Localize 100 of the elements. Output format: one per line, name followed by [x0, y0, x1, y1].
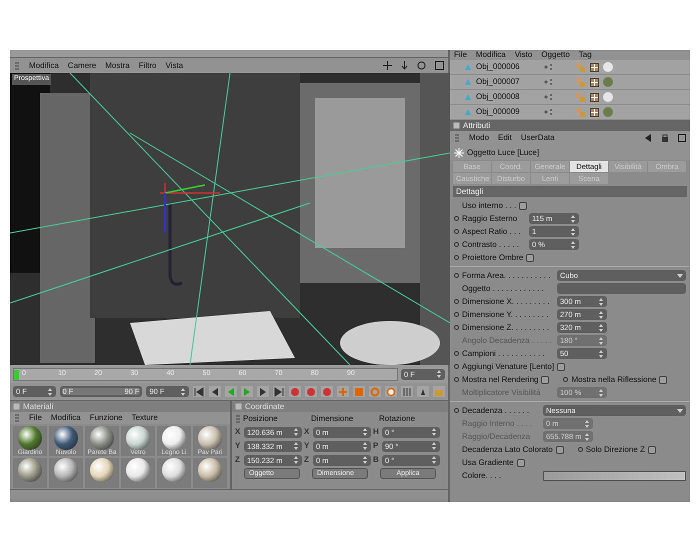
material-swatch[interactable]	[49, 458, 83, 488]
material-swatch[interactable]	[121, 458, 155, 488]
arrow-down-icon[interactable]	[401, 61, 408, 70]
step-forward-button[interactable]	[256, 386, 269, 397]
object-row[interactable]: Obj_000008	[450, 90, 690, 105]
spinner-icon[interactable]	[598, 296, 604, 306]
spinner-icon[interactable]	[570, 226, 576, 236]
spinner-icon[interactable]	[598, 310, 604, 320]
menu-item[interactable]: Edit	[498, 134, 512, 142]
material-tag[interactable]	[603, 62, 613, 72]
menu-item[interactable]: UserData	[520, 134, 555, 142]
animation-dot[interactable]	[454, 242, 459, 247]
checkbox[interactable]	[541, 376, 550, 384]
spinner-icon[interactable]	[570, 214, 576, 224]
spinner-icon[interactable]	[598, 322, 604, 332]
checkbox[interactable]	[557, 362, 566, 370]
animation-dot[interactable]	[454, 364, 459, 369]
visibility-dots-icon[interactable]	[544, 108, 554, 116]
grid-button[interactable]	[400, 386, 413, 397]
animation-dot[interactable]	[454, 351, 459, 356]
move-icon[interactable]	[383, 61, 392, 70]
checkbox[interactable]	[648, 446, 656, 454]
menu-item[interactable]: Filtro	[138, 62, 156, 70]
object-row[interactable]: Obj_000009	[450, 105, 690, 120]
material-tag[interactable]	[603, 92, 613, 102]
spinner-icon[interactable]	[436, 369, 442, 379]
animation-dot[interactable]	[454, 255, 459, 260]
animation-dot[interactable]	[454, 273, 459, 278]
material-swatch[interactable]	[193, 458, 227, 488]
checkbox[interactable]	[659, 376, 668, 384]
gradient-bar[interactable]	[543, 470, 686, 480]
spinner-icon[interactable]	[46, 386, 53, 396]
parameter-button[interactable]	[384, 386, 397, 397]
spinner-icon[interactable]	[362, 455, 368, 465]
rotate-icon[interactable]	[417, 61, 426, 70]
animation-dot[interactable]	[454, 216, 459, 221]
spinner-icon[interactable]	[293, 441, 299, 451]
checkbox[interactable]	[519, 202, 528, 210]
menu-item[interactable]: File	[454, 51, 467, 59]
skip-start-button[interactable]	[192, 386, 205, 397]
checkbox[interactable]	[526, 254, 534, 262]
window-icon[interactable]	[678, 134, 686, 142]
menu-item[interactable]: Tag	[578, 51, 592, 59]
column-header: Rotazione	[379, 412, 416, 424]
checkbox[interactable]	[556, 446, 564, 454]
grip-icon[interactable]	[14, 414, 20, 422]
menu-item[interactable]: Modifica	[29, 62, 59, 70]
spinner-icon[interactable]	[362, 441, 368, 451]
lock-icon[interactable]	[661, 134, 669, 142]
animation-dot[interactable]	[563, 377, 568, 382]
animation-dot[interactable]	[454, 408, 459, 413]
menu-item[interactable]: File	[29, 414, 42, 422]
object-link-field[interactable]	[557, 283, 686, 294]
visibility-dots-icon[interactable]	[544, 78, 554, 86]
menu-item[interactable]: Texture	[132, 414, 158, 422]
target-tag-icon[interactable]	[590, 108, 599, 116]
animation-dot[interactable]	[454, 229, 459, 234]
menu-item[interactable]: Funzione	[90, 414, 123, 422]
grip-icon[interactable]	[235, 414, 241, 422]
material-swatch[interactable]	[157, 458, 191, 488]
spinner-icon[interactable]	[431, 427, 437, 437]
animation-dot[interactable]	[454, 312, 459, 317]
object-row[interactable]: Obj_000007	[450, 75, 690, 90]
spinner-icon[interactable]	[570, 240, 576, 250]
visibility-dots-icon[interactable]	[544, 93, 554, 101]
record-button[interactable]	[320, 386, 333, 397]
checkbox[interactable]	[516, 458, 525, 466]
menu-item[interactable]: Mostra	[105, 62, 130, 70]
target-tag-icon[interactable]	[590, 62, 599, 72]
step-back-button[interactable]	[208, 386, 221, 397]
target-tag-icon[interactable]	[590, 78, 599, 86]
animation-dot[interactable]	[454, 325, 459, 330]
window-icon[interactable]	[435, 61, 444, 70]
back-arrow-icon[interactable]	[644, 134, 652, 142]
spinner-icon[interactable]	[293, 427, 299, 437]
animation-dot[interactable]	[454, 299, 459, 304]
menu-item[interactable]: Modifica	[50, 414, 81, 422]
grip-icon[interactable]	[14, 62, 20, 70]
menu-item[interactable]: Visto	[514, 51, 532, 59]
spinner-icon[interactable]	[180, 386, 186, 396]
menu-item[interactable]: Modo	[469, 134, 490, 142]
menu-item[interactable]: Camere	[68, 62, 96, 70]
spinner-icon[interactable]	[431, 455, 437, 465]
skip-end-button[interactable]	[272, 386, 285, 397]
spinner-icon[interactable]	[598, 348, 604, 358]
record-button[interactable]	[304, 386, 317, 397]
menu-item[interactable]: Vista	[165, 62, 184, 70]
animation-dot[interactable]	[578, 447, 583, 452]
target-tag-icon[interactable]	[590, 92, 599, 102]
grip-icon[interactable]	[454, 134, 460, 142]
material-swatch[interactable]	[13, 458, 47, 488]
spinner-icon[interactable]	[293, 455, 299, 465]
spinner-icon[interactable]	[362, 427, 368, 437]
animation-dot[interactable]	[454, 377, 459, 382]
visibility-dots-icon[interactable]	[544, 63, 554, 71]
material-swatch[interactable]	[85, 458, 119, 488]
spinner-icon[interactable]	[431, 441, 437, 451]
menu-item[interactable]: Modifica	[476, 51, 506, 59]
menu-item[interactable]: Oggetto	[541, 51, 570, 59]
object-row[interactable]: Obj_000006	[450, 60, 690, 75]
